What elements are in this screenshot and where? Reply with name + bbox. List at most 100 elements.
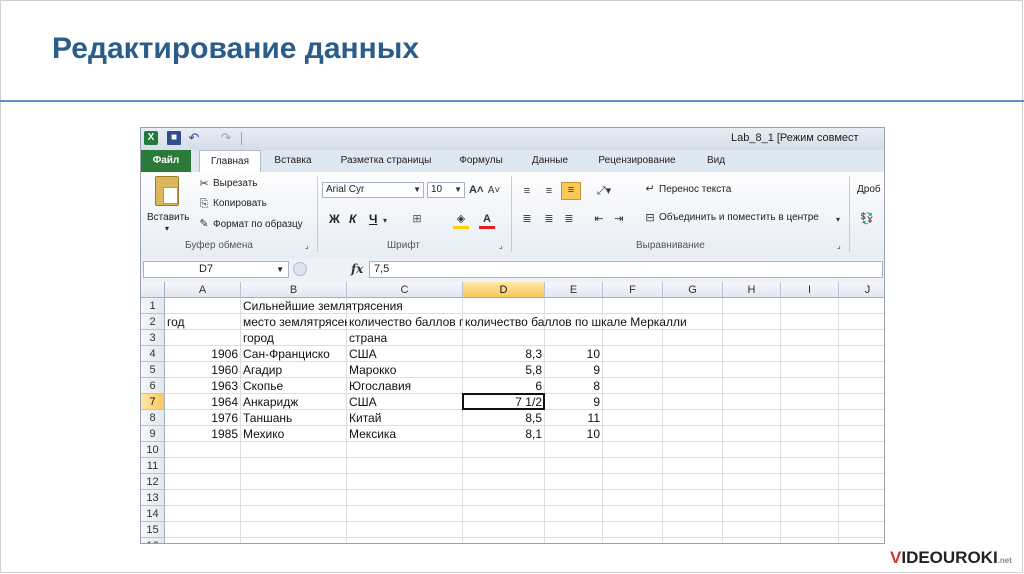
- row-header-1[interactable]: 1: [141, 298, 165, 314]
- align-middle-icon[interactable]: ≡: [541, 184, 557, 198]
- align-top-icon[interactable]: ≡: [519, 184, 535, 198]
- currency-format-icon[interactable]: 💱: [857, 212, 877, 226]
- font-name-select[interactable]: Arial Cyr ▼: [322, 182, 424, 198]
- cell-f15[interactable]: [603, 522, 663, 538]
- cell-a12[interactable]: [165, 474, 241, 490]
- cell-e11[interactable]: [545, 458, 603, 474]
- name-box-resize-icon[interactable]: [293, 262, 307, 276]
- save-icon[interactable]: ■: [167, 131, 181, 145]
- row-header-6[interactable]: 6: [141, 378, 165, 394]
- column-header-b[interactable]: B: [241, 282, 347, 298]
- cell-i14[interactable]: [781, 506, 839, 522]
- number-format-select[interactable]: Дроб: [857, 184, 881, 195]
- cell-d10[interactable]: [463, 442, 545, 458]
- row-header-14[interactable]: 14: [141, 506, 165, 522]
- cell-g10[interactable]: [663, 442, 723, 458]
- cell-a14[interactable]: [165, 506, 241, 522]
- column-header-f[interactable]: F: [603, 282, 663, 298]
- cell-a13[interactable]: [165, 490, 241, 506]
- cell-g4[interactable]: [663, 346, 723, 362]
- tab-page-layout[interactable]: Разметка страницы: [331, 150, 441, 172]
- cell-e10[interactable]: [545, 442, 603, 458]
- wrap-text-button[interactable]: Перенос текста: [659, 184, 731, 195]
- cell-c13[interactable]: [347, 490, 463, 506]
- cell-b11[interactable]: [241, 458, 347, 474]
- paste-dropdown-icon[interactable]: ▾: [165, 224, 169, 233]
- cell-f13[interactable]: [603, 490, 663, 506]
- formula-input[interactable]: 7,5: [369, 261, 883, 278]
- cell-b14[interactable]: [241, 506, 347, 522]
- align-right-icon[interactable]: ≣: [561, 212, 577, 226]
- fill-color-icon[interactable]: ◈: [453, 212, 469, 229]
- cell-j12[interactable]: [839, 474, 884, 490]
- copy-icon[interactable]: ⎘: [197, 197, 211, 211]
- spreadsheet-grid[interactable]: ABCDEFGHIJ12345678910111213141516Сильней…: [141, 282, 884, 543]
- cell-h14[interactable]: [723, 506, 781, 522]
- cell-b12[interactable]: [241, 474, 347, 490]
- underline-dropdown-icon[interactable]: ▾: [383, 214, 387, 228]
- merge-center-icon[interactable]: ⊟: [643, 211, 657, 225]
- undo-icon[interactable]: ↶: [187, 131, 201, 145]
- cell-i4[interactable]: [781, 346, 839, 362]
- increase-indent-icon[interactable]: ⇥: [611, 212, 627, 226]
- row-header-15[interactable]: 15: [141, 522, 165, 538]
- cell-c10[interactable]: [347, 442, 463, 458]
- insert-function-icon[interactable]: fx: [351, 262, 363, 276]
- cell-b10[interactable]: [241, 442, 347, 458]
- scissors-icon[interactable]: ✂: [197, 177, 211, 191]
- column-header-c[interactable]: C: [347, 282, 463, 298]
- tab-data[interactable]: Данные: [525, 150, 575, 172]
- cell-f12[interactable]: [603, 474, 663, 490]
- merge-dropdown-icon[interactable]: ▾: [836, 213, 840, 227]
- row-header-13[interactable]: 13: [141, 490, 165, 506]
- italic-button[interactable]: К: [349, 212, 356, 226]
- cell-a1[interactable]: [165, 298, 241, 314]
- row-header-7[interactable]: 7: [141, 394, 165, 410]
- cell-f7[interactable]: [603, 394, 663, 410]
- tab-formulas[interactable]: Формулы: [455, 150, 507, 172]
- cell-i11[interactable]: [781, 458, 839, 474]
- column-header-e[interactable]: E: [545, 282, 603, 298]
- cell-f11[interactable]: [603, 458, 663, 474]
- cell-g13[interactable]: [663, 490, 723, 506]
- decrease-indent-icon[interactable]: ⇤: [591, 212, 607, 226]
- cell-f4[interactable]: [603, 346, 663, 362]
- cell-h15[interactable]: [723, 522, 781, 538]
- cell-c11[interactable]: [347, 458, 463, 474]
- cell-e14[interactable]: [545, 506, 603, 522]
- cell-g8[interactable]: [663, 410, 723, 426]
- cell-h11[interactable]: [723, 458, 781, 474]
- cut-button[interactable]: Вырезать: [213, 178, 257, 189]
- paste-icon[interactable]: [155, 176, 179, 206]
- cell-g7[interactable]: [663, 394, 723, 410]
- tab-insert[interactable]: Вставка: [267, 150, 319, 172]
- row-header-8[interactable]: 8: [141, 410, 165, 426]
- cell-g12[interactable]: [663, 474, 723, 490]
- row-header-2[interactable]: 2: [141, 314, 165, 330]
- name-box[interactable]: D7 ▼: [143, 261, 289, 278]
- clipboard-launcher-icon[interactable]: ⌟: [305, 239, 309, 253]
- cell-g14[interactable]: [663, 506, 723, 522]
- redo-icon[interactable]: ↷: [219, 131, 233, 145]
- excel-app-icon[interactable]: X: [144, 131, 158, 145]
- orientation-icon[interactable]: ⤢▾: [593, 184, 615, 198]
- cell-h10[interactable]: [723, 442, 781, 458]
- cell-i6[interactable]: [781, 378, 839, 394]
- row-header-10[interactable]: 10: [141, 442, 165, 458]
- cell-e16[interactable]: [545, 538, 603, 543]
- cell-f9[interactable]: [603, 426, 663, 442]
- column-header-i[interactable]: I: [781, 282, 839, 298]
- cell-i10[interactable]: [781, 442, 839, 458]
- cell-h13[interactable]: [723, 490, 781, 506]
- cell-h6[interactable]: [723, 378, 781, 394]
- cell-g9[interactable]: [663, 426, 723, 442]
- cell-h7[interactable]: [723, 394, 781, 410]
- cell-a10[interactable]: [165, 442, 241, 458]
- cell-b13[interactable]: [241, 490, 347, 506]
- font-size-select[interactable]: 10 ▼: [427, 182, 465, 198]
- cell-j8[interactable]: [839, 410, 884, 426]
- paste-button[interactable]: Вставить: [147, 212, 189, 223]
- tab-review[interactable]: Рецензирование: [589, 150, 685, 172]
- cell-e15[interactable]: [545, 522, 603, 538]
- font-color-icon[interactable]: A: [479, 212, 495, 229]
